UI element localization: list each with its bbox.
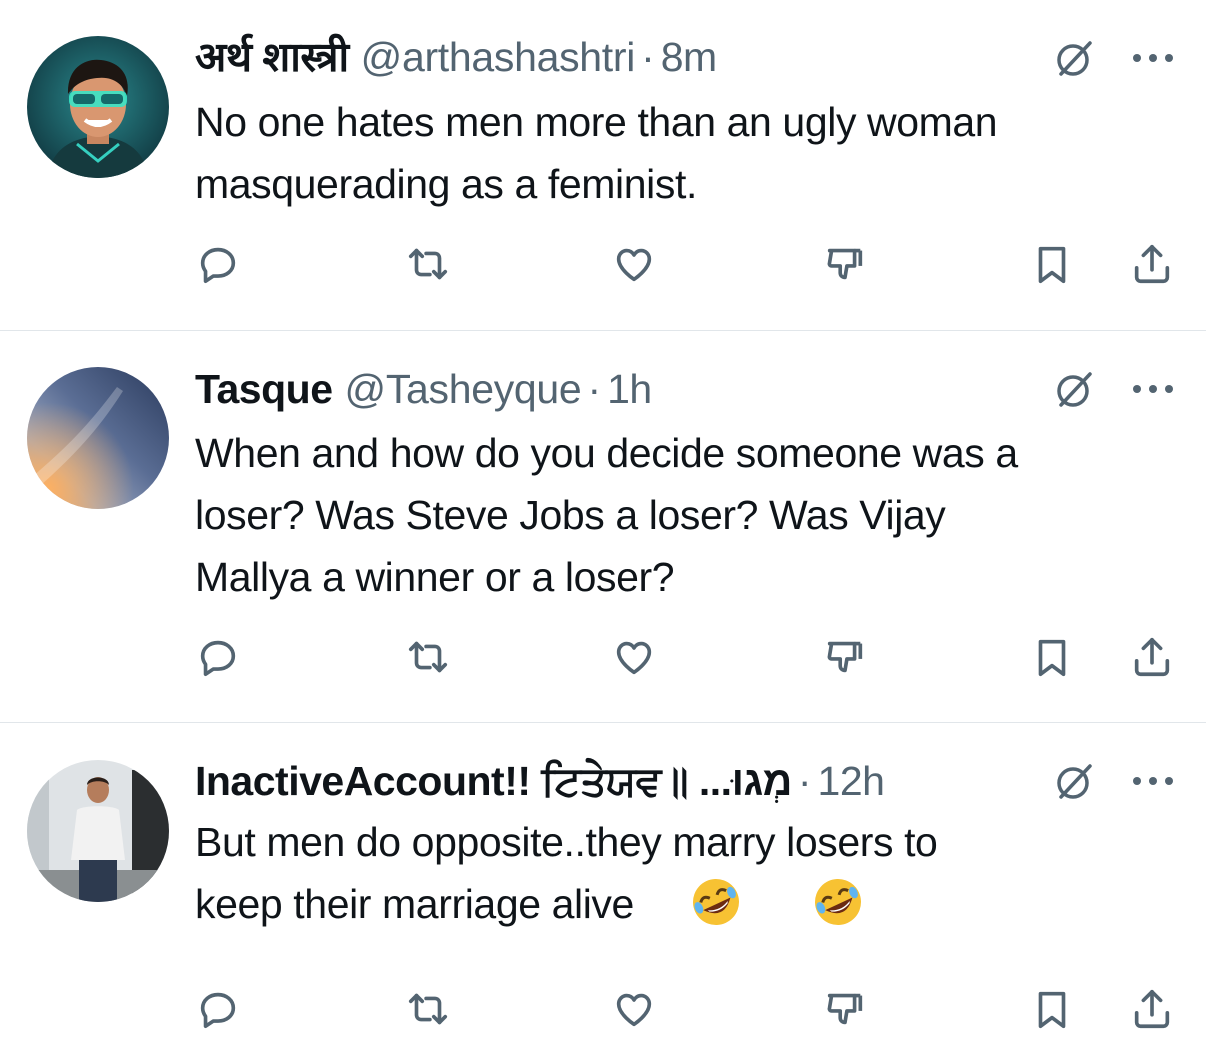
grok-icon [1057, 41, 1092, 76]
tweet-header: Tasque @Tasheyque · 1h [195, 364, 1066, 414]
retweet-icon [408, 641, 448, 673]
tweet-text: But men do opposite..they marry losers t… [195, 811, 1185, 949]
avatar[interactable] [27, 760, 169, 902]
like-button[interactable] [604, 234, 664, 294]
avatar[interactable] [27, 36, 169, 178]
share-button[interactable] [1122, 979, 1182, 1039]
reply-feed: अर्थ शास्त्री @arthashashtri · 8m No one… [0, 0, 1206, 1029]
reply-button[interactable] [188, 234, 248, 294]
tweet[interactable]: InactiveAccount!! ਟਿਤੇਯਵ॥ ...מְגוּ · 12h… [0, 723, 1206, 1029]
avatar[interactable] [27, 367, 169, 509]
more-options-button[interactable] [1128, 756, 1178, 806]
reply-icon [200, 992, 236, 1029]
display-name[interactable]: अर्थ शास्त्री [195, 32, 349, 82]
retweet-button[interactable] [398, 627, 458, 687]
grok-icon [1057, 372, 1092, 407]
timestamp[interactable]: 1h [607, 364, 652, 414]
more-options-button[interactable] [1128, 364, 1178, 414]
share-icon [1134, 989, 1170, 1029]
bookmark-icon [1038, 991, 1066, 1029]
rofl-emoji: 🤣 [636, 897, 688, 949]
retweet-button[interactable] [398, 979, 458, 1039]
bookmark-icon [1038, 639, 1066, 677]
sky-gradient-avatar-icon [27, 367, 169, 509]
tweet-header: अर्थ शास्त्री @arthashashtri · 8m [195, 32, 1066, 82]
action-bar [0, 234, 1206, 294]
man-photo-avatar-icon [27, 760, 169, 902]
tweet[interactable]: अर्थ शास्त्री @arthashashtri · 8m No one… [0, 0, 1206, 331]
reply-icon [200, 640, 236, 677]
downvote-button[interactable] [815, 979, 875, 1039]
action-bar [0, 627, 1206, 687]
user-handle[interactable]: @Tasheyque [345, 364, 582, 414]
retweet-button[interactable] [398, 234, 458, 294]
separator-dot: · [797, 758, 812, 804]
rofl-emoji-icon [692, 879, 739, 925]
separator-dot: · [587, 366, 602, 412]
bookmark-button[interactable] [1022, 234, 1082, 294]
more-icon [1133, 54, 1173, 62]
display-name[interactable]: InactiveAccount!! ਟਿਤੇਯਵ॥ ...מְגוּ [195, 756, 792, 806]
grok-button[interactable] [1050, 364, 1100, 414]
reply-button[interactable] [188, 979, 248, 1039]
grok-icon [1057, 764, 1092, 799]
share-icon [1134, 637, 1170, 677]
downvote-button[interactable] [815, 627, 875, 687]
like-icon [616, 641, 652, 675]
reply-icon [200, 247, 236, 284]
tweet-text: No one hates men more than an ugly woman… [195, 99, 998, 207]
bookmark-button[interactable] [1022, 979, 1082, 1039]
rofl-emoji-icon [814, 879, 861, 925]
like-icon [616, 248, 652, 282]
grok-button[interactable] [1050, 33, 1100, 83]
timestamp[interactable]: 12h [818, 756, 885, 806]
downvote-button[interactable] [815, 234, 875, 294]
separator-dot: · [641, 34, 655, 80]
downvote-icon [827, 641, 863, 673]
reply-button[interactable] [188, 627, 248, 687]
tweet-text: When and how do you decide someone was a… [195, 430, 1018, 600]
retweet-icon [408, 993, 448, 1025]
like-button[interactable] [604, 627, 664, 687]
display-name[interactable]: Tasque [195, 364, 333, 414]
timestamp[interactable]: 8m [661, 32, 717, 82]
user-handle[interactable]: @arthashashtri [361, 32, 636, 82]
retweet-icon [408, 248, 448, 280]
bookmark-icon [1038, 246, 1066, 284]
downvote-icon [827, 248, 863, 280]
tweet-header: InactiveAccount!! ਟਿਤੇਯਵ॥ ...מְגוּ · 12h [195, 756, 1066, 806]
downvote-icon [827, 993, 863, 1025]
grok-button[interactable] [1050, 756, 1100, 806]
more-icon [1133, 385, 1173, 393]
rofl-emoji: 🤣 [758, 897, 810, 949]
more-icon [1133, 777, 1173, 785]
share-icon [1134, 244, 1170, 284]
share-button[interactable] [1122, 234, 1182, 294]
like-icon [616, 993, 652, 1027]
cartoon-man-avatar-icon [27, 36, 169, 178]
tweet[interactable]: Tasque @Tasheyque · 1h When and how do y… [0, 331, 1206, 723]
more-options-button[interactable] [1128, 33, 1178, 83]
action-bar [0, 979, 1206, 1039]
share-button[interactable] [1122, 627, 1182, 687]
bookmark-button[interactable] [1022, 627, 1082, 687]
like-button[interactable] [604, 979, 664, 1039]
